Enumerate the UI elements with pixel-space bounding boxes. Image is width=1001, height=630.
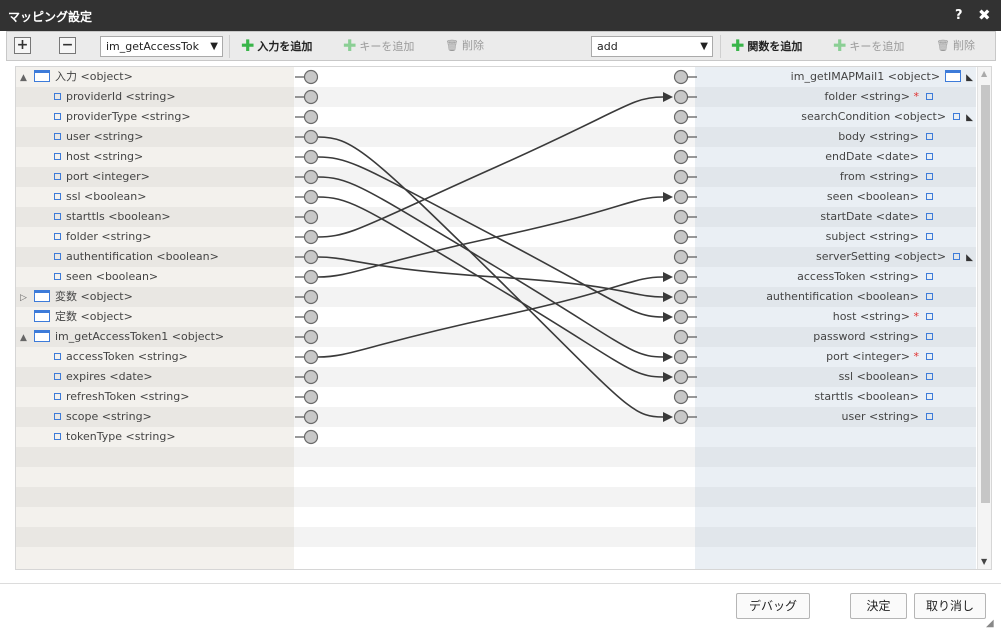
plus-icon: ✚ — [241, 36, 255, 55]
cancel-button[interactable]: 取り消し — [914, 593, 986, 619]
toolbar-divider — [229, 35, 230, 58]
source-select-value: im_getAccessTok — [106, 40, 199, 53]
expand-all-button[interactable]: + — [14, 37, 31, 54]
add-key-label-right: キーを追加 — [849, 40, 905, 53]
add-input-button[interactable]: ✚ 入力を追加 — [237, 36, 316, 56]
plus-icon: ✚ — [833, 36, 847, 55]
arrowhead-icon — [663, 312, 673, 322]
source-connector-handle[interactable] — [303, 309, 319, 325]
target-connector-handle[interactable] — [673, 69, 689, 85]
target-connector-handle[interactable] — [673, 289, 689, 305]
source-connector-handle[interactable] — [303, 269, 319, 285]
collapse-all-button[interactable]: − — [59, 37, 76, 54]
source-connector-handle[interactable] — [303, 349, 319, 365]
add-key-label-left: キーを追加 — [359, 40, 415, 53]
help-icon[interactable]: ? — [955, 8, 963, 23]
trash-icon: 🗑 — [936, 39, 950, 52]
target-connector-handle[interactable] — [673, 269, 689, 285]
scroll-up-icon[interactable]: ▲ — [981, 69, 987, 78]
add-input-label: 入力を追加 — [257, 40, 313, 53]
target-connector-handle[interactable] — [673, 129, 689, 145]
source-connector-handle[interactable] — [303, 249, 319, 265]
window-title: マッピング設定 — [8, 10, 93, 24]
target-connector-handle[interactable] — [673, 329, 689, 345]
arrowhead-icon — [663, 352, 673, 362]
target-connector-handle[interactable] — [673, 309, 689, 325]
arrowhead-icon — [663, 272, 673, 282]
delete-label-left: 削除 — [461, 39, 484, 52]
target-connector-handle[interactable] — [673, 249, 689, 265]
scrollbar-thumb[interactable] — [981, 85, 990, 503]
source-connector-handle[interactable] — [303, 209, 319, 225]
target-connector-handle[interactable] — [673, 149, 689, 165]
chevron-down-icon: ▼ — [700, 41, 708, 52]
source-connector-handle[interactable] — [303, 429, 319, 445]
add-key-button-left[interactable]: ✚ キーを追加 — [339, 36, 418, 56]
arrowhead-icon — [663, 192, 673, 202]
target-connector-handle[interactable] — [673, 89, 689, 105]
close-icon[interactable]: ✖ — [978, 6, 991, 24]
plus-icon: ✚ — [343, 36, 357, 55]
add-function-button[interactable]: ✚ 関数を追加 — [727, 36, 806, 56]
target-connector-handle[interactable] — [673, 369, 689, 385]
source-connector-handle[interactable] — [303, 369, 319, 385]
source-connector-handle[interactable] — [303, 169, 319, 185]
source-connector-handle[interactable] — [303, 289, 319, 305]
source-connector-handle[interactable] — [303, 189, 319, 205]
resize-grip-icon[interactable]: ◢ — [986, 618, 994, 629]
plus-icon: ✚ — [731, 36, 745, 55]
target-connector-handle[interactable] — [673, 209, 689, 225]
target-connector-handle[interactable] — [673, 349, 689, 365]
delete-label-right: 削除 — [952, 39, 975, 52]
add-function-label: 関数を追加 — [747, 40, 803, 53]
dialog-footer: デバッグ 決定 取り消し ◢ — [0, 583, 1001, 630]
ok-button[interactable]: 決定 — [850, 593, 907, 619]
title-bar: マッピング設定 ? ✖ — [0, 0, 1001, 31]
target-connector-handle[interactable] — [673, 109, 689, 125]
mapping-area: ▲ 入力 <object> providerId <string> provider… — [15, 66, 992, 570]
source-connector-handle[interactable] — [303, 69, 319, 85]
debug-button[interactable]: デバッグ — [736, 593, 810, 619]
source-connector-handle[interactable] — [303, 149, 319, 165]
target-connector-handle[interactable] — [673, 189, 689, 205]
arrowhead-icon — [663, 292, 673, 302]
source-connector-handle[interactable] — [303, 89, 319, 105]
source-connector-handle[interactable] — [303, 409, 319, 425]
source-connector-handle[interactable] — [303, 129, 319, 145]
toolbar-divider — [720, 35, 721, 58]
target-connector-handle[interactable] — [673, 389, 689, 405]
mapping-line[interactable] — [317, 196, 664, 278]
mapping-line[interactable] — [317, 156, 664, 318]
arrowhead-icon — [663, 92, 673, 102]
vertical-scrollbar[interactable]: ▲ ▼ — [977, 67, 991, 569]
source-connector-handle[interactable] — [303, 109, 319, 125]
trash-icon: 🗑 — [445, 39, 459, 52]
add-key-button-right[interactable]: ✚ キーを追加 — [829, 36, 908, 56]
delete-button-left[interactable]: 🗑 削除 — [441, 36, 488, 56]
source-select[interactable]: im_getAccessTok ▼ — [100, 36, 223, 57]
arrowhead-icon — [663, 372, 673, 382]
source-connector-handle[interactable] — [303, 229, 319, 245]
source-connector-handle[interactable] — [303, 329, 319, 345]
mapping-connectors — [295, 69, 697, 445]
function-select-value: add — [597, 40, 618, 53]
scroll-down-icon[interactable]: ▼ — [981, 557, 987, 566]
arrowhead-icon — [663, 412, 673, 422]
delete-button-right[interactable]: 🗑 削除 — [932, 36, 979, 56]
function-select[interactable]: add ▼ — [591, 36, 713, 57]
toolbar: + − im_getAccessTok ▼ ✚ 入力を追加 ✚ キーを追加 🗑 削除 … — [6, 31, 996, 61]
target-connector-handle[interactable] — [673, 169, 689, 185]
target-connector-handle[interactable] — [673, 229, 689, 245]
chevron-down-icon: ▼ — [210, 41, 218, 52]
source-connector-handle[interactable] — [303, 389, 319, 405]
mapping-line[interactable] — [317, 96, 664, 238]
target-connector-handle[interactable] — [673, 409, 689, 425]
